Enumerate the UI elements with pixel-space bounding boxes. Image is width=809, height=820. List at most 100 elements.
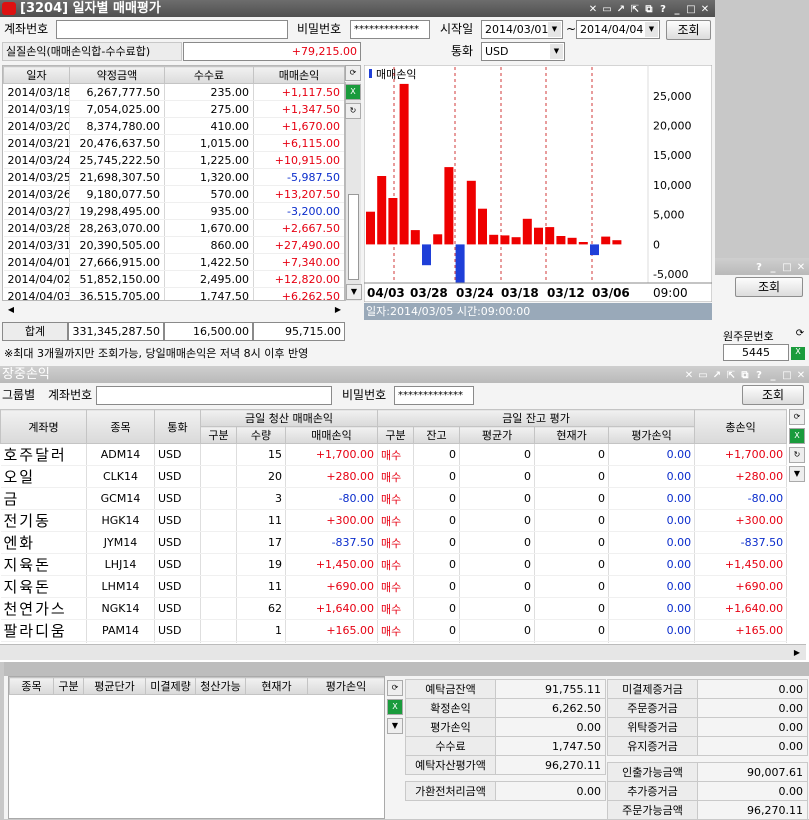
password-input[interactable]: ************* — [350, 20, 430, 39]
excel-icon[interactable]: X — [345, 84, 361, 100]
table-row[interactable]: 2014/04/01 27,666,915.00 1,422.50 +7,340.00 — [3, 253, 344, 271]
bar[interactable] — [578, 242, 588, 245]
window-copy-icon[interactable]: ⧉ — [739, 370, 751, 382]
chevron-down-icon[interactable]: ▼ — [789, 466, 805, 482]
bar[interactable] — [612, 240, 622, 245]
bar[interactable] — [590, 244, 599, 256]
window-link-icon[interactable]: ✕ — [587, 4, 599, 16]
table-row[interactable]: 2014/03/19 7,054,025.00 275.00 +1,347.50 — [3, 100, 344, 118]
table-row[interactable]: 호주달러 ADM14 USD 15 +1,700.00 매수 0 0 0 0.00 +1,700.0… — [0, 443, 788, 466]
window-pin-icon[interactable]: ⇱ — [725, 370, 737, 382]
bar[interactable] — [522, 218, 532, 245]
table-row[interactable]: 지육돈 LHM14 USD 11 +690.00 매수 0 0 0 0.00 +690.00 — [0, 575, 788, 598]
window-link-icon[interactable]: ✕ — [683, 370, 695, 382]
order-titlebar[interactable]: ? _ □ ✕ — [715, 258, 809, 275]
table-row[interactable]: 천연가스 NGK14 USD 62 +1,640.00 매수 0 0 0 0.00 +1,640.0… — [0, 597, 788, 620]
table-row[interactable]: 지육돈 LHJ14 USD 19 +1,450.00 매수 0 0 0 0.00 +1,450.00 — [0, 553, 788, 576]
password-input[interactable]: ************* — [394, 386, 474, 405]
table-row[interactable]: 2014/03/27 19,298,495.00 935.00 -3,200.00 — [3, 202, 344, 220]
table-row[interactable]: 미니다우YMM14USD15+955.00매수0000.00+955.00 — [0, 641, 788, 643]
scroll-left-icon[interactable]: ◀ — [3, 303, 19, 317]
horizontal-scrollbar[interactable]: ▶ — [0, 644, 806, 660]
bar[interactable] — [410, 230, 420, 245]
table-row[interactable]: 2014/03/28 28,263,070.00 1,670.00 +2,667.50 — [3, 219, 344, 237]
table-row[interactable]: 2014/03/31 20,390,505.00 860.00 +27,490.00 — [3, 236, 344, 254]
table-row[interactable]: 2014/04/02 51,852,150.00 2,495.00 +12,820.0… — [3, 270, 344, 288]
account-input[interactable] — [96, 386, 332, 405]
window-copy-icon[interactable]: ⧉ — [643, 4, 655, 16]
date-from-select[interactable]: 2014/03/01 ▼ — [481, 20, 563, 39]
query-button[interactable]: 조회 — [742, 385, 804, 405]
refresh-icon[interactable]: ⟳ — [793, 328, 807, 342]
scroll-thumb[interactable] — [348, 194, 359, 280]
maximize-icon[interactable]: □ — [781, 370, 793, 382]
bar[interactable] — [478, 208, 487, 245]
bar[interactable] — [545, 227, 555, 245]
window-restore-icon[interactable]: ▭ — [697, 370, 709, 382]
bar[interactable] — [567, 237, 577, 245]
table-row[interactable]: 팔라디움 PAM14 USD 1 +165.00 매수 0 0 0 0.00 +165.00 — [0, 619, 788, 642]
scroll-right-icon[interactable]: ▶ — [790, 646, 804, 659]
minimize-icon[interactable]: _ — [671, 4, 683, 16]
order-query-button[interactable]: 조회 — [735, 277, 803, 297]
window-arrow-icon[interactable]: ↗ — [615, 4, 627, 16]
table-row[interactable]: 2014/03/20 8,374,780.00 410.00 +1,670.00 — [3, 117, 344, 135]
window-restore-icon[interactable]: ▭ — [601, 4, 613, 16]
bar[interactable] — [601, 236, 611, 245]
excel-icon[interactable]: X — [387, 699, 403, 715]
window-titlebar[interactable]: [3204] 일자별 매매평가 ✕ ▭ ↗ ⇱ ⧉? _ □ ✕ — [0, 0, 715, 17]
query-button[interactable]: 조회 — [666, 20, 711, 40]
date-to-select[interactable]: 2014/04/04 ▼ — [576, 20, 660, 39]
help-icon[interactable]: ? — [753, 262, 765, 274]
scroll-down-icon[interactable]: ▼ — [346, 284, 362, 300]
pl-bar-chart[interactable]: 매매손익 25,000 20,000 15,000 10,000 5,000 0 -5,000… — [364, 65, 712, 302]
refresh-icon[interactable]: ⟳ — [387, 680, 403, 696]
close-icon[interactable]: ✕ — [795, 370, 807, 382]
bar[interactable] — [455, 244, 465, 283]
bar[interactable] — [466, 180, 476, 245]
maximize-icon[interactable]: □ — [781, 262, 793, 274]
currency-select[interactable]: USD ▼ — [481, 42, 565, 61]
intraday-titlebar[interactable]: 장중손익 ✕ ▭ ↗ ⇱ ⧉? _ □ ✕ — [0, 366, 809, 383]
close-icon[interactable]: ✕ — [795, 262, 807, 274]
excel-icon[interactable]: X — [791, 347, 805, 360]
bar[interactable] — [377, 176, 387, 245]
table-row[interactable]: 전기동 HGK14 USD 11 +300.00 매수 0 0 0 0.00 +300.00 — [0, 509, 788, 532]
table-row[interactable]: 2014/03/25 21,698,307.50 1,320.00 -5,987.50 — [3, 168, 344, 186]
table-row[interactable]: 2014/03/26 9,180,077.50 570.00 +13,207.50 — [3, 185, 344, 203]
minimize-icon[interactable]: _ — [767, 370, 779, 382]
refresh-icon[interactable]: ⟳ — [789, 409, 805, 425]
table-row[interactable]: 금 GCM14 USD 3 -80.00 매수 0 0 0 0.00 -80.00 — [0, 487, 788, 510]
close-icon[interactable]: ✕ — [699, 4, 711, 16]
table-row[interactable]: 2014/03/21 20,476,637.50 1,015.00 +6,115.00 — [3, 134, 344, 152]
scroll-right-icon[interactable]: ▶ — [330, 303, 346, 317]
bar[interactable] — [444, 167, 454, 245]
bar[interactable] — [422, 244, 431, 266]
bar[interactable] — [500, 235, 510, 245]
table-row[interactable]: 오일 CLK14 USD 20 +280.00 매수 0 0 0 0.00 +280.00 — [0, 465, 788, 488]
table-row[interactable]: 엔화 JYM14 USD 17 -837.50 매수 0 0 0 0.00 -837.50 — [0, 531, 788, 554]
bar[interactable] — [534, 227, 543, 245]
bar[interactable] — [399, 83, 409, 245]
balance-titlebar[interactable] — [4, 662, 809, 676]
chevron-down-icon[interactable]: ▼ — [387, 718, 403, 734]
bar[interactable] — [366, 211, 375, 245]
table-row[interactable]: 2014/03/18 6,267,777.50 235.00 +1,117.50 — [3, 83, 344, 101]
excel-icon[interactable]: X — [789, 428, 805, 444]
help-icon[interactable]: ? — [753, 370, 765, 382]
refresh-icon[interactable]: ⟳ — [345, 65, 361, 81]
bar[interactable] — [511, 237, 521, 245]
help-icon[interactable]: ? — [657, 4, 669, 16]
table-row[interactable]: 2014/04/03 36,515,705.00 1,747.50 +6,262.50 — [3, 287, 344, 300]
bar[interactable] — [388, 198, 398, 245]
account-input[interactable] — [56, 20, 288, 39]
window-pin-icon[interactable]: ⇱ — [629, 4, 641, 16]
bar[interactable] — [433, 234, 443, 245]
table-row[interactable]: 2014/03/24 25,745,222.50 1,225.00 +10,915.0… — [3, 151, 344, 169]
window-arrow-icon[interactable]: ↗ — [711, 370, 723, 382]
reload-icon[interactable]: ↻ — [345, 103, 361, 119]
bar[interactable] — [489, 234, 499, 245]
minimize-icon[interactable]: _ — [767, 262, 779, 274]
maximize-icon[interactable]: □ — [685, 4, 697, 16]
bar[interactable] — [556, 236, 566, 245]
